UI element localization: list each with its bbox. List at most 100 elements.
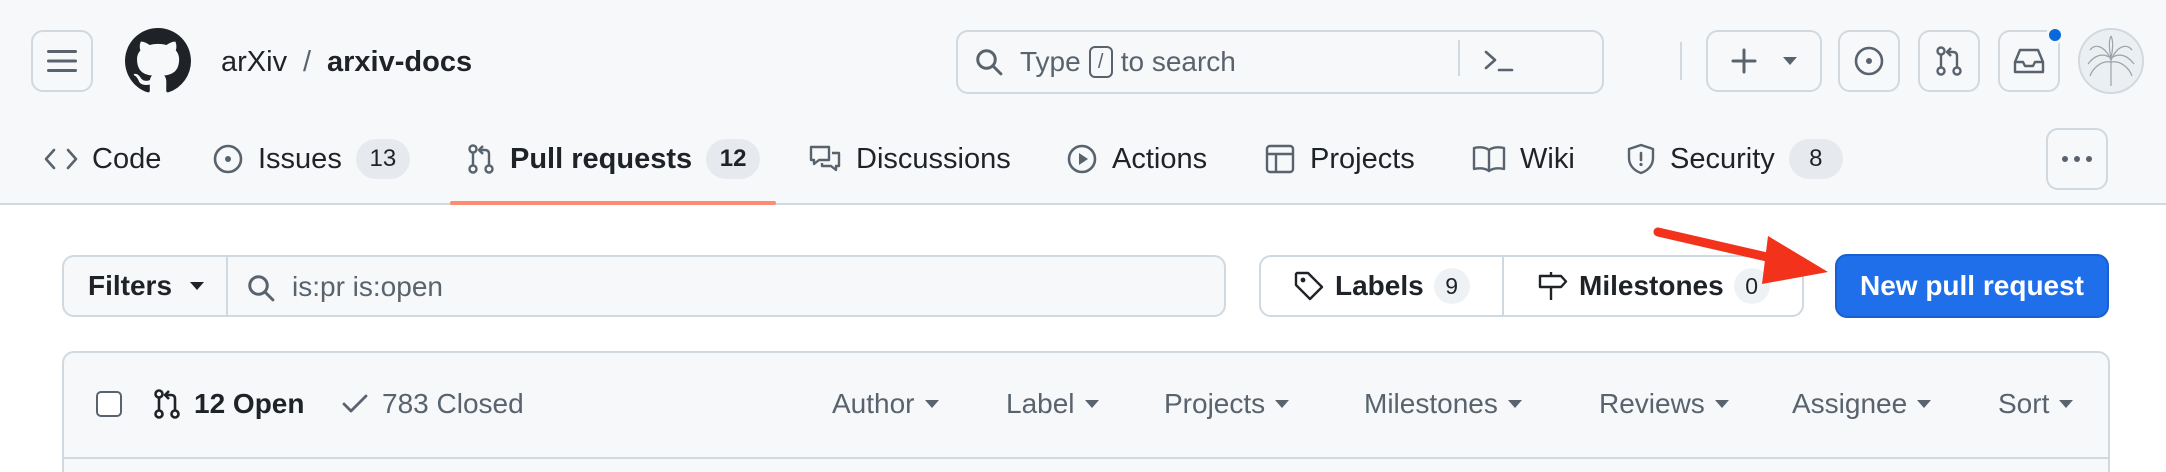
tab-label: Issues — [258, 142, 342, 175]
triangle-down-icon — [1084, 400, 1099, 408]
dropdown-label: Label — [1006, 388, 1075, 419]
triangle-down-icon — [190, 282, 205, 290]
create-new-button[interactable] — [1706, 30, 1822, 92]
open-global-navigation-button[interactable] — [31, 30, 93, 92]
check-icon — [342, 394, 368, 413]
git-pull-request-icon — [154, 389, 180, 419]
tab-label: Wiki — [1520, 142, 1575, 175]
breadcrumb-owner-link[interactable]: arXiv — [221, 44, 287, 80]
triangle-down-icon — [1275, 400, 1290, 408]
three-bars-icon — [47, 50, 77, 72]
issue-opened-icon — [1854, 46, 1884, 76]
breadcrumb-separator: / — [303, 46, 312, 78]
new-pull-request-button[interactable]: New pull request — [1835, 254, 2109, 318]
search-input[interactable]: Type / to search — [956, 30, 1604, 94]
book-icon — [1472, 146, 1506, 173]
tab-label: Security — [1670, 142, 1775, 175]
list-header-divider — [62, 457, 2110, 459]
search-placeholder-suffix: to search — [1120, 46, 1236, 77]
kebab-horizontal-icon — [2062, 156, 2092, 162]
pull-request-filter-input[interactable]: is:pr is:open — [226, 255, 1226, 317]
tab-wiki[interactable]: Wiki — [1472, 134, 1575, 184]
tab-label: Code — [92, 142, 162, 175]
sort-dropdown[interactable]: Sort — [1998, 388, 2074, 420]
tab-security[interactable]: Security 8 — [1626, 134, 1843, 184]
your-pull-requests-button[interactable] — [1918, 30, 1980, 92]
tab-actions[interactable]: Actions — [1066, 134, 1207, 184]
dropdown-label: Sort — [1998, 388, 2050, 419]
active-tab-indicator — [450, 201, 776, 205]
labels-counter: 9 — [1433, 268, 1470, 304]
dropdown-label: Author — [832, 388, 915, 419]
tab-counter: 12 — [706, 139, 761, 179]
search-shortcut-key: / — [1088, 46, 1113, 78]
projects-filter-dropdown[interactable]: Projects — [1164, 388, 1290, 420]
triangle-down-icon — [1714, 400, 1729, 408]
label-filter-dropdown[interactable]: Label — [1006, 388, 1099, 420]
dropdown-label: Projects — [1164, 388, 1266, 419]
triangle-down-icon — [2059, 400, 2074, 408]
labels-link[interactable]: Labels 9 — [1293, 257, 1470, 315]
open-pull-requests-link[interactable]: 12 Open — [152, 388, 304, 420]
labels-label: Labels — [1335, 270, 1424, 301]
repo-header: arXiv / arxiv-docs Type / to search Code… — [0, 0, 2166, 205]
play-icon — [1067, 144, 1097, 174]
search-divider — [1458, 40, 1460, 76]
code-icon — [44, 148, 78, 170]
avatar-image-icon — [2080, 30, 2142, 92]
filters-dropdown-button[interactable]: Filters — [62, 255, 226, 317]
your-issues-button[interactable] — [1838, 30, 1900, 92]
assignee-filter-dropdown[interactable]: Assignee — [1792, 388, 1932, 420]
dropdown-label: Reviews — [1599, 388, 1705, 419]
user-avatar[interactable] — [2078, 28, 2144, 94]
open-count-label: 12 Open — [194, 388, 305, 419]
comment-discussion-icon — [809, 145, 841, 172]
annotation-arrow-icon — [1653, 227, 1828, 284]
dropdown-label: Milestones — [1364, 388, 1498, 419]
milestone-icon — [1538, 272, 1568, 300]
tab-label: Discussions — [856, 142, 1011, 175]
tab-counter: 13 — [355, 139, 410, 179]
tab-discussions[interactable]: Discussions — [808, 134, 1011, 184]
filters-label: Filters — [88, 270, 173, 301]
shield-icon — [1627, 143, 1655, 175]
closed-count-label: 783 Closed — [382, 388, 524, 419]
tab-code[interactable]: Code — [44, 134, 161, 184]
search-icon — [976, 49, 1003, 76]
inbox-icon — [2013, 48, 2045, 74]
command-palette-icon[interactable] — [1482, 46, 1516, 78]
plus-icon — [1731, 48, 1756, 74]
search-placeholder-prefix: Type — [1020, 46, 1081, 77]
tab-pull-requests[interactable]: Pull requests 12 — [466, 134, 761, 184]
tab-counter: 8 — [1788, 139, 1843, 179]
search-icon — [248, 275, 275, 302]
header-divider — [1680, 42, 1682, 80]
dropdown-label: Assignee — [1792, 388, 1908, 419]
tab-projects[interactable]: Projects — [1264, 134, 1415, 184]
search-placeholder: Type / to search — [1020, 46, 1236, 78]
table-icon — [1265, 144, 1295, 174]
author-filter-dropdown[interactable]: Author — [832, 388, 939, 420]
closed-pull-requests-link[interactable]: 783 Closed — [340, 388, 524, 420]
tab-issues[interactable]: Issues 13 — [212, 134, 410, 184]
unread-notification-dot — [2046, 26, 2064, 44]
filter-query-text: is:pr is:open — [292, 271, 443, 302]
more-tabs-button[interactable] — [2046, 128, 2108, 190]
git-pull-request-icon — [468, 144, 494, 174]
issue-opened-icon — [213, 144, 243, 174]
tag-icon — [1294, 271, 1324, 301]
reviews-filter-dropdown[interactable]: Reviews — [1599, 388, 1729, 420]
git-pull-request-icon — [1936, 46, 1962, 76]
tab-label: Pull requests — [510, 142, 693, 175]
triangle-down-icon — [924, 400, 939, 408]
tab-label: Actions — [1112, 142, 1208, 175]
github-logo-icon[interactable] — [125, 28, 191, 94]
tab-label: Projects — [1310, 142, 1415, 175]
labels-milestones-divider — [1502, 257, 1504, 315]
triangle-down-icon — [1917, 400, 1932, 408]
triangle-down-icon — [1782, 57, 1797, 65]
select-all-checkbox[interactable] — [96, 391, 122, 417]
milestones-filter-dropdown[interactable]: Milestones — [1364, 388, 1522, 420]
triangle-down-icon — [1507, 400, 1522, 408]
breadcrumb-repo-link[interactable]: arxiv-docs — [327, 44, 472, 80]
